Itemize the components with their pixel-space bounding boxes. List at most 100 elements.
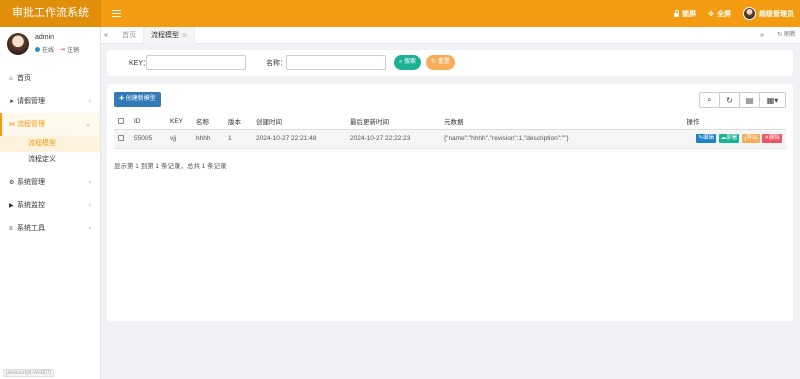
status-label: 在线 [42, 48, 55, 54]
user-name: admin [35, 34, 55, 41]
column-header[interactable]: 最后更新时间 [346, 114, 440, 130]
lock-screen-button[interactable]: 锁屏 [674, 9, 696, 19]
toggle-search-button[interactable]: ⌕ [699, 92, 720, 108]
column-header[interactable]: 名称 [192, 114, 224, 130]
tab-scroll-left-icon[interactable]: « [104, 27, 108, 44]
table-row: 55005 vjj hhhh 1 2024-10-27 22:21:48 202… [114, 129, 786, 149]
user-menu[interactable]: 超级管理员 [743, 7, 794, 20]
sidebar-item-label: 系统管理 [17, 179, 45, 186]
fullscreen-icon: ✥ [708, 10, 714, 18]
export-button[interactable]: ⤓导出 [742, 134, 760, 143]
chevron-down-icon: ⌄ [85, 121, 91, 128]
cell-version: 1 [224, 129, 252, 149]
user-status: 在线 ⇥ 注销 [35, 45, 79, 54]
sidebar-menu: ⌂ 首页 ➤ 请假管理 ‹ ⋈ 流程管理 ⌄ 流程模型 流程定义 ⚙ 系统管理 ‹ ▶ 系… [0, 67, 100, 240]
status-bar-url: javascript:void(0) [3, 369, 55, 377]
sidebar-item-process-model[interactable]: 流程模型 [0, 136, 100, 152]
cell-ops: ✎编辑 ☁部署 ⤓导出 ✕删除 [600, 129, 786, 149]
plus-icon: ✚ [119, 96, 125, 102]
gear-icon: ⚙ [9, 180, 15, 186]
avatar [7, 33, 29, 55]
toggle-view-button[interactable]: ▤ [739, 92, 760, 108]
cell-key: vjj [166, 129, 192, 149]
lock-screen-label: 锁屏 [682, 10, 697, 18]
grid-icon: ▦▾ [766, 95, 779, 105]
column-header[interactable]: 元数据 [440, 114, 600, 130]
search-button[interactable]: ⌕ 搜索 [394, 55, 422, 70]
search-panel: KEY： 名称： ⌕ 搜索 ↻ 重置 [107, 50, 793, 76]
column-header: 操作 [600, 114, 786, 130]
close-icon[interactable]: ⊗ [182, 33, 187, 39]
share-icon: ⋈ [9, 122, 15, 128]
app-title: 审批工作流系统 [0, 0, 101, 27]
select-all-checkbox[interactable] [118, 118, 124, 125]
tabs: 首页 流程模型 ⊗ [115, 27, 196, 44]
logout-icon[interactable]: ⇥ [60, 46, 65, 53]
cell-meta: {"name":"hhhh","revision":1,"description… [440, 129, 600, 149]
deploy-button[interactable]: ☁部署 [718, 134, 740, 143]
columns-dropdown-button[interactable]: ▦▾ [759, 92, 786, 108]
cell-updated: 2024-10-27 22:22:23 [346, 129, 440, 149]
edit-button[interactable]: ✎编辑 [696, 134, 716, 143]
sidebar-item-label: 首页 [17, 75, 31, 82]
column-header[interactable]: 版本 [224, 114, 252, 130]
key-input[interactable] [146, 55, 246, 70]
tab-process-model[interactable]: 流程模型 ⊗ [144, 27, 196, 44]
name-label: 名称： [266, 60, 287, 67]
reset-button-label: 重置 [437, 59, 450, 65]
search-button-label: 搜索 [404, 59, 417, 65]
sidebar-item-leave[interactable]: ➤ 请假管理 ‹ [0, 90, 100, 113]
row-checkbox[interactable] [118, 135, 124, 142]
create-model-label: 创建新模型 [125, 96, 156, 102]
tab-scroll-right-icon[interactable]: » [760, 27, 764, 44]
search-icon: ⌕ [399, 59, 403, 65]
table-header-row: ID KEY 名称 版本 创建时间 最后更新时间 元数据 操作 [114, 114, 786, 130]
columns-icon: ▤ [745, 95, 754, 105]
chevron-left-icon: ‹ [88, 225, 91, 232]
delete-button[interactable]: ✕删除 [762, 134, 782, 143]
home-icon: ⌂ [9, 76, 13, 82]
tab-label: 流程模型 [151, 32, 179, 39]
fullscreen-button[interactable]: ✥ 全屏 [708, 9, 731, 19]
send-icon: ➤ [9, 99, 15, 105]
reset-button[interactable]: ↻ 重置 [426, 55, 455, 70]
search-icon: ⌕ [707, 95, 712, 104]
deploy-label: 部署 [726, 135, 738, 141]
column-header[interactable]: ID [130, 114, 166, 130]
chevron-left-icon: ‹ [88, 98, 91, 105]
logout-link[interactable]: 注销 [67, 45, 79, 54]
cell-id: 55005 [130, 129, 166, 149]
process-submenu: 流程模型 流程定义 [0, 136, 100, 168]
column-header[interactable]: 创建时间 [252, 114, 346, 130]
table-toolbar: ⌕ ↻ ▤ ▦▾ [699, 92, 786, 108]
name-input[interactable] [286, 55, 386, 70]
sidebar-item-label: 系统监控 [17, 202, 45, 209]
refresh-tab-button[interactable]: ↻ 刷新 [777, 27, 796, 44]
sidebar-item-process[interactable]: ⋈ 流程管理 ⌄ [0, 113, 100, 136]
sidebar-item-system[interactable]: ⚙ 系统管理 ‹ [0, 171, 100, 194]
sidebar-item-home[interactable]: ⌂ 首页 [0, 67, 100, 90]
tab-label: 首页 [122, 32, 136, 39]
table-panel: ✚ 创建新模型 ⌕ ↻ ▤ ▦▾ ID KEY 名称 版本 创建时间 最后更新时… [107, 84, 793, 321]
refresh-icon: ↻ [777, 32, 783, 38]
sidebar: admin 在线 ⇥ 注销 ⌂ 首页 ➤ 请假管理 ‹ ⋈ 流程管理 ⌄ 流程模型 流… [0, 27, 101, 379]
user-menu-label: 超级管理员 [759, 10, 794, 18]
avatar [743, 7, 756, 20]
sidebar-item-label: 流程管理 [17, 121, 45, 128]
lock-icon [674, 9, 680, 17]
sidebar-item-label: 请假管理 [17, 98, 45, 105]
refresh-icon: ↻ [431, 59, 437, 65]
chevron-left-icon: ‹ [88, 202, 91, 209]
sidebar-item-process-definition[interactable]: 流程定义 [0, 152, 100, 168]
edit-label: 编辑 [702, 135, 714, 141]
tab-home[interactable]: 首页 [115, 27, 144, 44]
cell-name: hhhh [192, 129, 224, 149]
cell-created: 2024-10-27 22:21:48 [252, 129, 346, 149]
menu-toggle-icon[interactable] [112, 8, 121, 18]
sidebar-item-monitor[interactable]: ▶ 系统监控 ‹ [0, 194, 100, 217]
create-model-button[interactable]: ✚ 创建新模型 [114, 92, 161, 107]
column-header[interactable]: KEY [166, 114, 192, 130]
sidebar-item-tools[interactable]: ≡ 系统工具 ‹ [0, 217, 100, 240]
refresh-table-button[interactable]: ↻ [719, 92, 740, 108]
online-dot-icon [35, 47, 40, 52]
